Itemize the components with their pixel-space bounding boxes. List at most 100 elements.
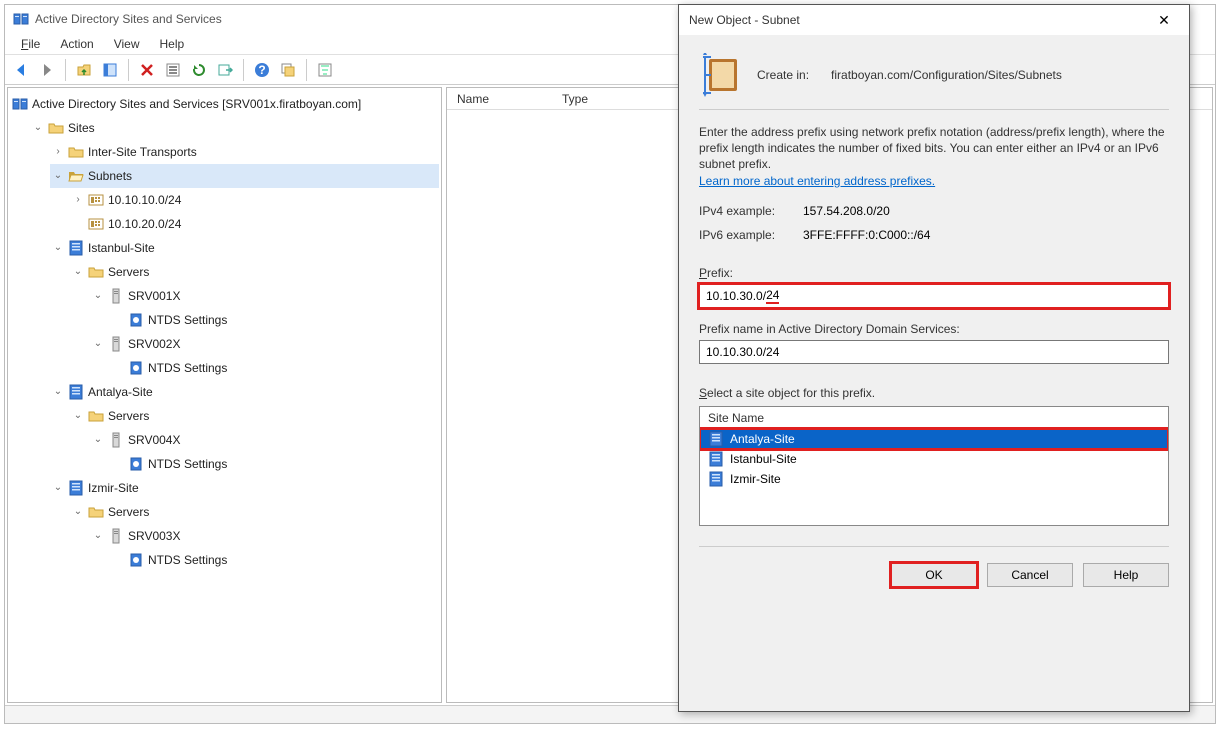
expander-icon[interactable]: › — [72, 194, 84, 206]
expander-icon[interactable]: ⌄ — [32, 122, 44, 134]
tree-servers[interactable]: ⌄Servers — [70, 500, 439, 524]
server-icon — [108, 432, 124, 448]
folder-icon — [48, 120, 64, 136]
dialog-title: New Object - Subnet — [689, 13, 800, 27]
show-hide-tree-button[interactable] — [98, 58, 122, 82]
expander-icon[interactable]: › — [52, 146, 64, 158]
tree-site-istanbul[interactable]: ⌄Istanbul-Site — [50, 236, 439, 260]
col-site-name: Site Name — [700, 407, 1168, 429]
site-icon — [68, 240, 84, 256]
site-option-istanbul[interactable]: Istanbul-Site — [700, 449, 1168, 469]
site-icon — [708, 451, 724, 467]
tree-ntds-settings[interactable]: NTDS Settings — [110, 452, 439, 476]
expander-icon[interactable]: ⌄ — [92, 290, 104, 302]
tree-inter-site-transports[interactable]: ›Inter-Site Transports — [50, 140, 439, 164]
create-in-label: Create in: — [757, 68, 817, 82]
tree-server-srv002x[interactable]: ⌄SRV002X — [90, 332, 439, 356]
menu-file[interactable]: File — [11, 35, 50, 53]
prefix-label: Prefix: — [699, 266, 1169, 280]
tree-ntds-settings[interactable]: NTDS Settings — [110, 548, 439, 572]
tree-server-srv004x[interactable]: ⌄SRV004X — [90, 428, 439, 452]
ipv4-example: IPv4 example: 157.54.208.0/20 — [699, 204, 1169, 218]
expander-icon[interactable]: ⌄ — [92, 434, 104, 446]
tree-subnets[interactable]: ⌄Subnets — [50, 164, 439, 188]
ok-button[interactable]: OK — [891, 563, 977, 587]
delete-button[interactable] — [135, 58, 159, 82]
app-icon — [12, 96, 28, 112]
expander-icon[interactable]: ⌄ — [52, 386, 64, 398]
export-button[interactable] — [213, 58, 237, 82]
expander-icon[interactable]: ⌄ — [52, 242, 64, 254]
dialog-header: Create in: firatboyan.com/Configuration/… — [699, 47, 1169, 110]
dialog-button-row: OK Cancel Help — [699, 546, 1169, 603]
ntds-icon — [128, 312, 144, 328]
properties-button[interactable] — [161, 58, 185, 82]
dialog-titlebar: New Object - Subnet ✕ — [679, 5, 1189, 35]
up-button[interactable] — [72, 58, 96, 82]
tree-sites[interactable]: ⌄ Sites — [30, 116, 439, 140]
new-window-button[interactable] — [276, 58, 300, 82]
tree-pane[interactable]: Active Directory Sites and Services [SRV… — [7, 87, 442, 703]
site-option-izmir[interactable]: Izmir-Site — [700, 469, 1168, 489]
learn-more-link[interactable]: Learn more about entering address prefix… — [699, 174, 1169, 188]
expander-icon[interactable]: ⌄ — [72, 410, 84, 422]
tree-server-srv001x[interactable]: ⌄SRV001X — [90, 284, 439, 308]
close-button[interactable]: ✕ — [1149, 5, 1179, 35]
tree-root[interactable]: Active Directory Sites and Services [SRV… — [10, 92, 439, 116]
tree-site-antalya[interactable]: ⌄Antalya-Site — [50, 380, 439, 404]
ntds-icon — [128, 552, 144, 568]
server-icon — [108, 336, 124, 352]
prefix-input[interactable]: 10.10.30.0/24 — [699, 284, 1169, 308]
site-icon — [708, 471, 724, 487]
subnet-big-icon — [699, 53, 743, 97]
tree-subnet-1[interactable]: ›10.10.10.0/24 — [70, 188, 439, 212]
prefixname-label: Prefix name in Active Directory Domain S… — [699, 322, 1169, 336]
help-button[interactable]: Help — [1083, 563, 1169, 587]
folder-icon — [88, 264, 104, 280]
expander-icon[interactable]: ⌄ — [52, 170, 64, 182]
tree-server-srv003x[interactable]: ⌄SRV003X — [90, 524, 439, 548]
folder-open-icon — [68, 168, 84, 184]
tree-servers[interactable]: ⌄Servers — [70, 404, 439, 428]
new-subnet-dialog: New Object - Subnet ✕ Create in: firatbo… — [678, 4, 1190, 712]
site-option-antalya[interactable]: Antalya-Site — [700, 429, 1168, 449]
refresh-button[interactable] — [187, 58, 211, 82]
col-name[interactable]: Name — [447, 90, 552, 108]
menu-view[interactable]: View — [104, 35, 150, 53]
subnet-icon — [88, 192, 104, 208]
folder-icon — [88, 504, 104, 520]
forward-button[interactable] — [35, 58, 59, 82]
menu-help[interactable]: Help — [150, 35, 195, 53]
help-button[interactable] — [250, 58, 274, 82]
cancel-button[interactable]: Cancel — [987, 563, 1073, 587]
window-title: Active Directory Sites and Services — [35, 12, 222, 26]
expander-icon[interactable]: ⌄ — [52, 482, 64, 494]
menu-action[interactable]: Action — [50, 35, 103, 53]
site-icon — [708, 431, 724, 447]
ipv6-example: IPv6 example: 3FFE:FFFF:0:C000::/64 — [699, 228, 1169, 242]
back-button[interactable] — [9, 58, 33, 82]
site-icon — [68, 480, 84, 496]
site-icon — [68, 384, 84, 400]
folder-icon — [88, 408, 104, 424]
col-type[interactable]: Type — [552, 90, 598, 108]
tree-subnet-2[interactable]: 10.10.20.0/24 — [70, 212, 439, 236]
tree-ntds-settings[interactable]: NTDS Settings — [110, 308, 439, 332]
prefixname-output — [699, 340, 1169, 364]
expander-icon[interactable]: ⌄ — [92, 338, 104, 350]
app-icon — [13, 11, 29, 27]
tree-servers[interactable]: ⌄Servers — [70, 260, 439, 284]
site-listbox[interactable]: Site Name Antalya-Site Istanbul-Site Izm… — [699, 406, 1169, 526]
create-in-path: firatboyan.com/Configuration/Sites/Subne… — [831, 68, 1062, 82]
tree-ntds-settings[interactable]: NTDS Settings — [110, 356, 439, 380]
expander-icon[interactable]: ⌄ — [72, 506, 84, 518]
server-icon — [108, 528, 124, 544]
select-site-label: Select a site object for this prefix. — [699, 386, 1169, 400]
folder-icon — [68, 144, 84, 160]
instruction-text: Enter the address prefix using network p… — [699, 124, 1169, 172]
filter-button[interactable] — [313, 58, 337, 82]
ntds-icon — [128, 456, 144, 472]
expander-icon[interactable]: ⌄ — [72, 266, 84, 278]
expander-icon[interactable]: ⌄ — [92, 530, 104, 542]
tree-site-izmir[interactable]: ⌄Izmir-Site — [50, 476, 439, 500]
